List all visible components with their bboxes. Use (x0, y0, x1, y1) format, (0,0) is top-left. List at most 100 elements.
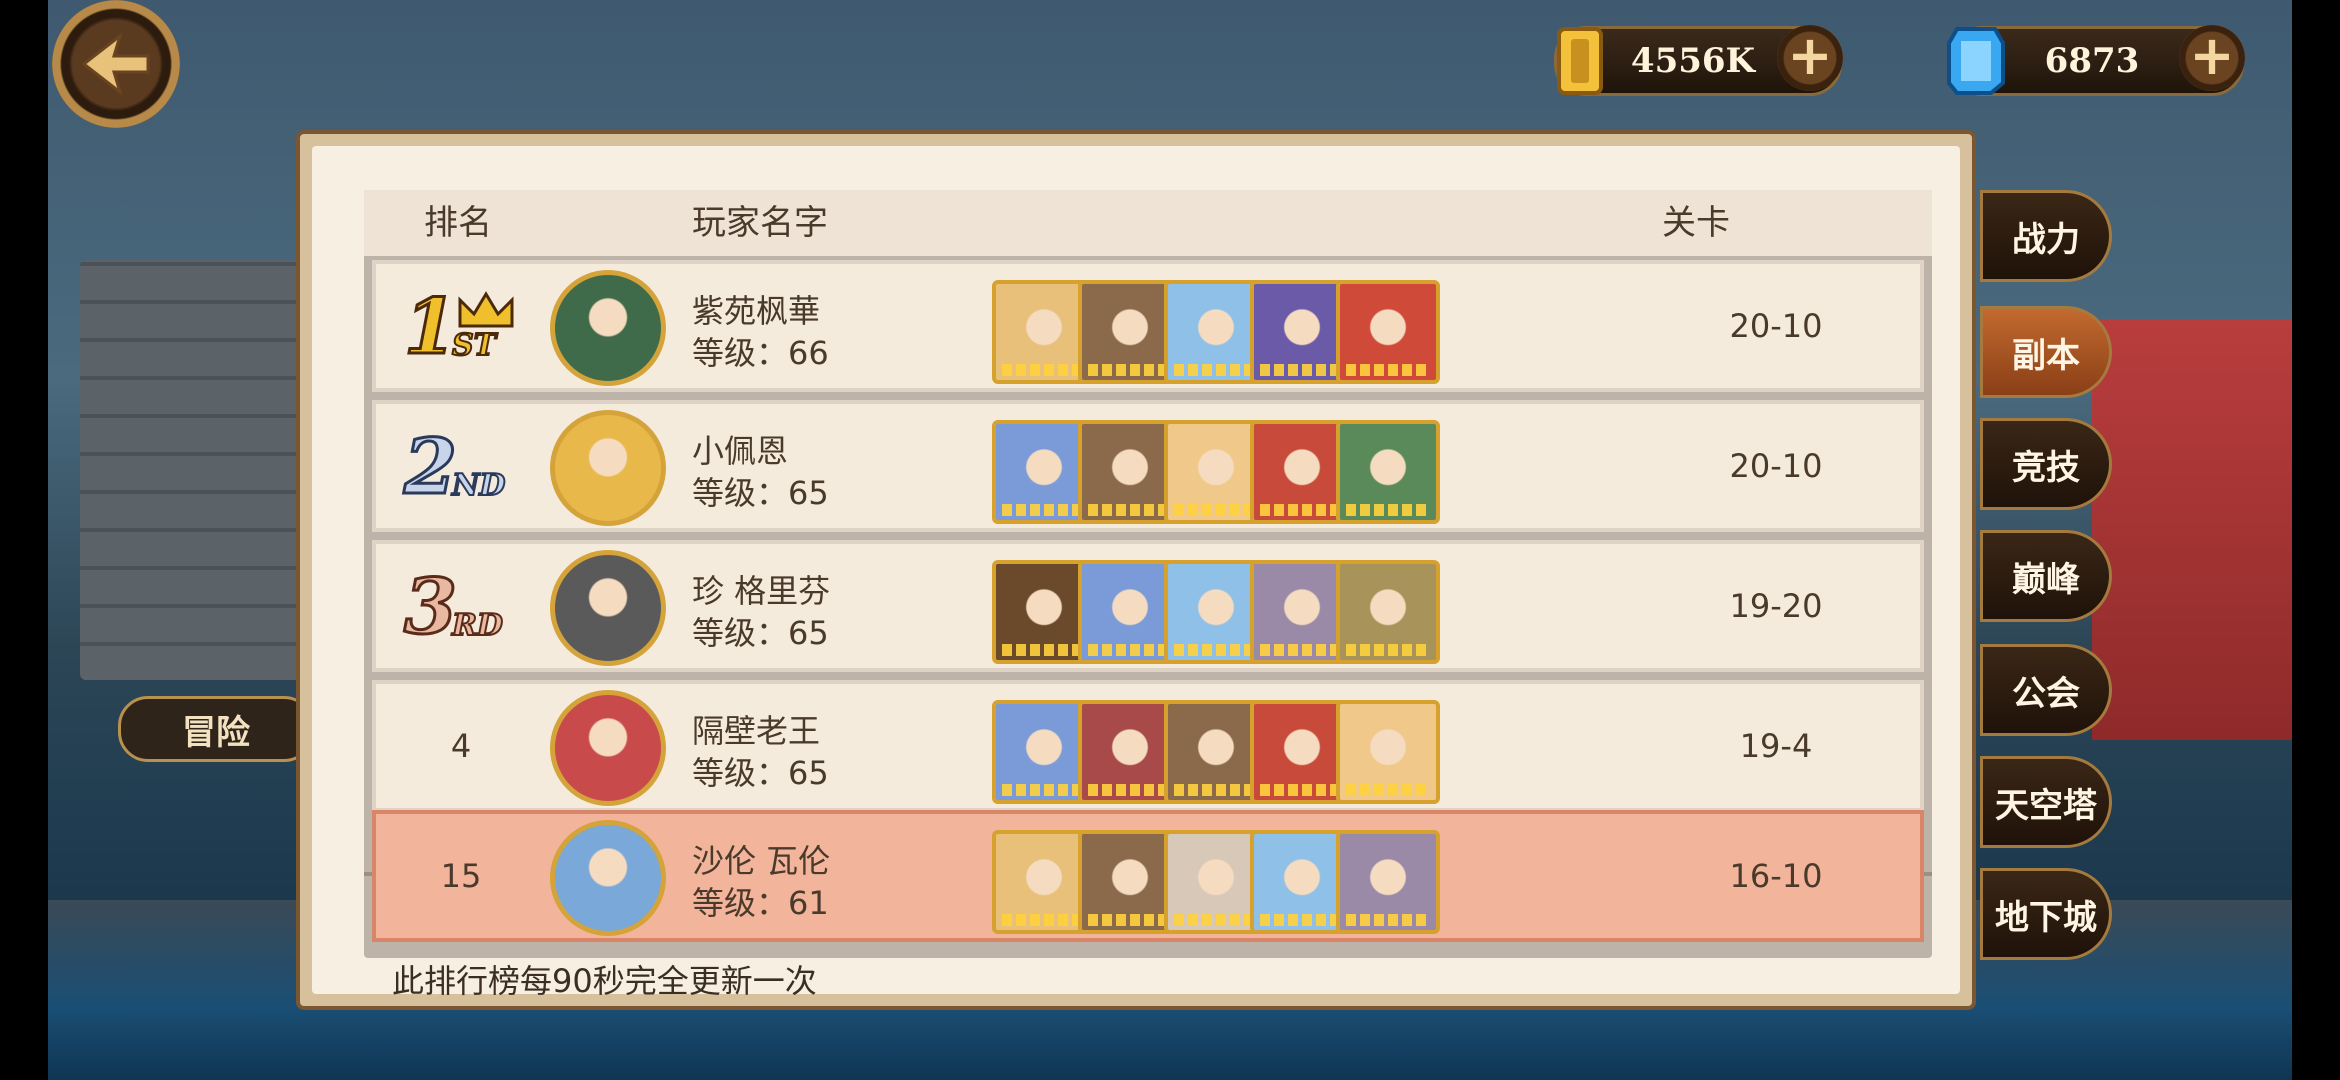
stage-value: 20-10 (1729, 447, 1823, 485)
first-place-badge: 1 ST (394, 281, 544, 373)
player-name: 紫苑枫華 (692, 292, 821, 330)
star-rating (1088, 784, 1172, 796)
table-row[interactable]: 2 ND 小佩恩 等级：65 20-10 (372, 400, 1924, 532)
table-row[interactable]: 1 ST 紫苑枫華 等级：66 20-10 (372, 260, 1924, 392)
star-rating (1002, 504, 1086, 516)
player-level: 等级：65 (692, 474, 829, 512)
star-rating (1174, 784, 1258, 796)
crown-icon (458, 291, 514, 328)
badge-number: 2 (403, 421, 459, 513)
tab-sky-tower[interactable]: 天空塔 (1980, 756, 2112, 848)
gem-amount: 6873 (2044, 41, 2140, 81)
avatar[interactable] (550, 550, 666, 666)
gem-counter: 6873 + (1947, 25, 2245, 96)
star-rating (1260, 504, 1344, 516)
third-place-badge: 3 RD (394, 561, 544, 653)
star-rating (1260, 644, 1344, 656)
tab-guild[interactable]: 公会 (1980, 644, 2112, 736)
star-rating (1088, 504, 1172, 516)
player-name: 沙伦 瓦伦 (692, 842, 831, 880)
tab-arena[interactable]: 竞技 (1980, 418, 2112, 510)
background-adventure-banner: 冒险 (118, 696, 314, 762)
background-tower (80, 260, 320, 680)
star-rating (1346, 644, 1430, 656)
gold-bar-icon (1557, 27, 1603, 95)
table-row[interactable]: 4 隔壁老王 等级：65 19-4 (372, 680, 1924, 812)
letterbox-left (0, 0, 48, 1080)
tab-underground-city[interactable]: 地下城 (1980, 868, 2112, 960)
star-rating (1002, 784, 1086, 796)
hero-portrait[interactable] (1336, 420, 1440, 524)
star-rating (1346, 784, 1430, 796)
blue-gem-icon (1947, 27, 2005, 95)
player-name: 小佩恩 (692, 432, 789, 470)
background-building (2092, 320, 2292, 740)
back-button[interactable] (52, 0, 180, 128)
tab-label: 天空塔 (1995, 785, 2097, 826)
avatar[interactable] (550, 690, 666, 806)
self-rank-row[interactable]: 15 沙伦 瓦伦 等级：61 16-10 (372, 810, 1924, 942)
player-level: 等级：66 (692, 334, 829, 372)
star-rating (1002, 644, 1086, 656)
badge-suffix: RD (451, 607, 504, 644)
tab-label: 副本 (2012, 335, 2080, 376)
player-level: 等级：65 (692, 614, 829, 652)
table-row[interactable]: 3 RD 珍 格里芬 等级：65 19-20 (372, 540, 1924, 672)
leaderboard-table: 排名 玩家名字 关卡 1 ST 紫苑枫華 等级：66 20-10 2 ND 小佩… (364, 190, 1932, 958)
star-rating (1346, 914, 1430, 926)
badge-suffix: ST (451, 327, 497, 364)
leaderboard-panel: 排名 玩家名字 关卡 1 ST 紫苑枫華 等级：66 20-10 2 ND 小佩… (296, 130, 1976, 1010)
second-place-badge: 2 ND (394, 421, 544, 513)
stage-value: 19-4 (1739, 727, 1813, 765)
star-rating (1346, 364, 1430, 376)
tab-label: 巅峰 (2012, 559, 2080, 600)
star-rating (1002, 914, 1086, 926)
star-rating (1088, 914, 1172, 926)
badge-suffix: ND (451, 467, 506, 504)
star-rating (1002, 364, 1086, 376)
star-rating (1174, 914, 1258, 926)
avatar[interactable] (550, 410, 666, 526)
star-rating (1260, 784, 1344, 796)
avatar[interactable] (550, 270, 666, 386)
header-stage: 关卡 (1662, 203, 1730, 243)
rank-number: 15 (440, 857, 482, 895)
back-arrow-icon (81, 31, 150, 97)
badge-number: 3 (403, 561, 459, 653)
hero-portrait[interactable] (1336, 560, 1440, 664)
rank-number: 4 (450, 727, 472, 765)
add-gold-button[interactable]: + (1777, 25, 1843, 91)
tab-power[interactable]: 战力 (1980, 190, 2112, 282)
header-rank: 排名 (424, 203, 492, 243)
star-rating (1174, 364, 1258, 376)
hero-portrait[interactable] (1336, 700, 1440, 804)
player-level: 等级：61 (692, 884, 829, 922)
player-level: 等级：65 (692, 754, 829, 792)
add-gem-button[interactable]: + (2179, 25, 2245, 91)
star-rating (1346, 504, 1430, 516)
hero-portrait[interactable] (1336, 830, 1440, 934)
letterbox-right (2292, 0, 2340, 1080)
player-name: 隔壁老王 (692, 712, 821, 750)
tab-label: 地下城 (1995, 897, 2097, 938)
avatar[interactable] (550, 820, 666, 936)
leaderboard-panel-inner: 排名 玩家名字 关卡 1 ST 紫苑枫華 等级：66 20-10 2 ND 小佩… (312, 146, 1960, 1000)
header-player-name: 玩家名字 (692, 203, 828, 243)
star-rating (1260, 364, 1344, 376)
tab-label: 公会 (2012, 673, 2080, 714)
leaderboard-list[interactable]: 1 ST 紫苑枫華 等级：66 20-10 2 ND 小佩恩 等级：65 20-… (368, 260, 1928, 868)
tab-dungeon[interactable]: 副本 (1980, 306, 2112, 398)
stage-value: 20-10 (1729, 307, 1823, 345)
table-header: 排名 玩家名字 关卡 (364, 190, 1932, 256)
star-rating (1174, 644, 1258, 656)
player-name: 珍 格里芬 (692, 572, 831, 610)
badge-number: 1 (403, 281, 459, 373)
star-rating (1088, 364, 1172, 376)
tab-label: 战力 (2012, 219, 2080, 260)
stage-value: 16-10 (1729, 857, 1823, 895)
star-rating (1174, 504, 1258, 516)
tab-label: 竞技 (2012, 447, 2080, 488)
gold-amount: 4556K (1630, 41, 1756, 81)
hero-portrait[interactable] (1336, 280, 1440, 384)
tab-peak[interactable]: 巅峰 (1980, 530, 2112, 622)
